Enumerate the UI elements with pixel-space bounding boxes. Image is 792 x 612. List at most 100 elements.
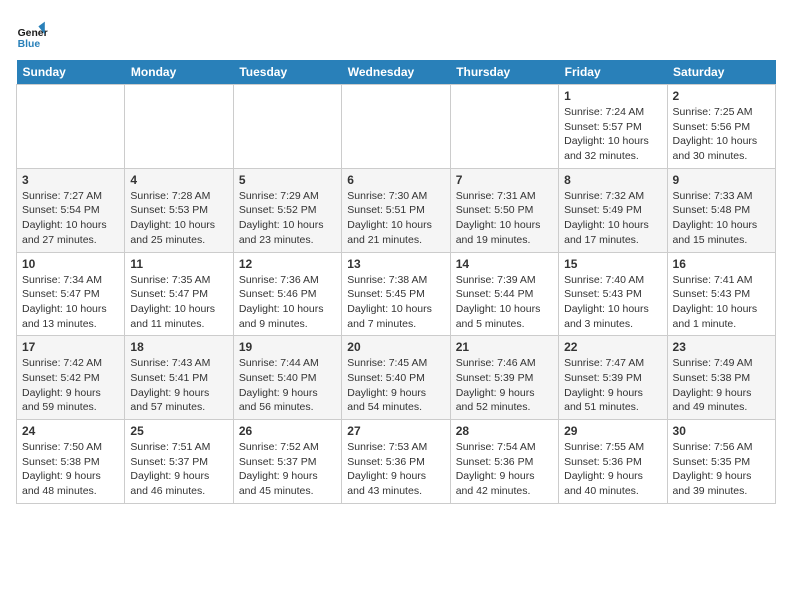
day-number: 9 [673, 173, 770, 187]
calendar-week-5: 24 Sunrise: 7:50 AMSunset: 5:38 PMDayligh… [17, 420, 776, 504]
calendar-cell: 11Sunrise: 7:35 AMSunset: 5:47 PMDayligh… [125, 252, 233, 336]
calendar-cell: 16 Sunrise: 7:41 AMSunset: 5:43 PMDayligh… [667, 252, 775, 336]
day-number: 20 [347, 340, 444, 354]
calendar-week-1: 1 Sunrise: 7:24 AMSunset: 5:57 PMDaylight… [17, 85, 776, 169]
day-number: 3 [22, 173, 119, 187]
calendar-cell: 28Sunrise: 7:54 AMSunset: 5:36 PMDayligh… [450, 420, 558, 504]
calendar-week-4: 17 Sunrise: 7:42 AMSunset: 5:42 PMDayligh… [17, 336, 776, 420]
calendar-cell: 6Sunrise: 7:30 AMSunset: 5:51 PMDaylight… [342, 168, 450, 252]
calendar-cell: 13 Sunrise: 7:38 AMSunset: 5:45 PMDayligh… [342, 252, 450, 336]
day-info: Sunrise: 7:27 AMSunset: 5:54 PMDaylight:… [22, 189, 119, 248]
calendar-cell: 2 Sunrise: 7:25 AMSunset: 5:56 PMDaylight… [667, 85, 775, 169]
calendar-cell: 1 Sunrise: 7:24 AMSunset: 5:57 PMDaylight… [559, 85, 667, 169]
day-info: Sunrise: 7:32 AMSunset: 5:49 PMDaylight:… [564, 189, 661, 248]
column-header-wednesday: Wednesday [342, 60, 450, 85]
calendar-cell: 18 Sunrise: 7:43 AMSunset: 5:41 PMDayligh… [125, 336, 233, 420]
day-number: 24 [22, 424, 119, 438]
calendar-cell [17, 85, 125, 169]
calendar-cell: 5Sunrise: 7:29 AMSunset: 5:52 PMDaylight… [233, 168, 341, 252]
day-number: 13 [347, 257, 444, 271]
day-info: Sunrise: 7:36 AMSunset: 5:46 PMDaylight:… [239, 273, 336, 332]
day-number: 12 [239, 257, 336, 271]
calendar-cell: 23 Sunrise: 7:49 AMSunset: 5:38 PMDayligh… [667, 336, 775, 420]
day-number: 15 [564, 257, 661, 271]
calendar-cell: 8 Sunrise: 7:32 AMSunset: 5:49 PMDaylight… [559, 168, 667, 252]
calendar-cell: 15 Sunrise: 7:40 AMSunset: 5:43 PMDayligh… [559, 252, 667, 336]
day-number: 23 [673, 340, 770, 354]
day-info: Sunrise: 7:51 AMSunset: 5:37 PMDaylight:… [130, 440, 227, 499]
calendar-cell [342, 85, 450, 169]
calendar-cell: 19 Sunrise: 7:44 AMSunset: 5:40 PMDayligh… [233, 336, 341, 420]
logo-icon: General Blue [16, 20, 48, 52]
day-number: 11 [130, 257, 227, 271]
day-info: Sunrise: 7:25 AMSunset: 5:56 PMDaylight:… [673, 105, 770, 164]
day-info: Sunrise: 7:41 AMSunset: 5:43 PMDaylight:… [673, 273, 770, 332]
day-number: 29 [564, 424, 661, 438]
day-info: Sunrise: 7:53 AMSunset: 5:36 PMDaylight:… [347, 440, 444, 499]
day-number: 6 [347, 173, 444, 187]
calendar-cell: 22 Sunrise: 7:47 AMSunset: 5:39 PMDayligh… [559, 336, 667, 420]
calendar-table: SundayMondayTuesdayWednesdayThursdayFrid… [16, 60, 776, 504]
calendar-cell: 10 Sunrise: 7:34 AMSunset: 5:47 PMDayligh… [17, 252, 125, 336]
day-number: 1 [564, 89, 661, 103]
day-info: Sunrise: 7:42 AMSunset: 5:42 PMDaylight:… [22, 356, 119, 415]
day-number: 8 [564, 173, 661, 187]
day-info: Sunrise: 7:39 AMSunset: 5:44 PMDaylight:… [456, 273, 553, 332]
day-info: Sunrise: 7:34 AMSunset: 5:47 PMDaylight:… [22, 273, 119, 332]
calendar-header-row: SundayMondayTuesdayWednesdayThursdayFrid… [17, 60, 776, 85]
day-number: 19 [239, 340, 336, 354]
day-number: 7 [456, 173, 553, 187]
day-number: 26 [239, 424, 336, 438]
day-number: 2 [673, 89, 770, 103]
day-info: Sunrise: 7:47 AMSunset: 5:39 PMDaylight:… [564, 356, 661, 415]
calendar-cell: 26 Sunrise: 7:52 AMSunset: 5:37 PMDayligh… [233, 420, 341, 504]
day-info: Sunrise: 7:44 AMSunset: 5:40 PMDaylight:… [239, 356, 336, 415]
day-info: Sunrise: 7:49 AMSunset: 5:38 PMDaylight:… [673, 356, 770, 415]
day-info: Sunrise: 7:40 AMSunset: 5:43 PMDaylight:… [564, 273, 661, 332]
calendar-week-2: 3 Sunrise: 7:27 AMSunset: 5:54 PMDaylight… [17, 168, 776, 252]
day-number: 30 [673, 424, 770, 438]
day-info: Sunrise: 7:45 AMSunset: 5:40 PMDaylight:… [347, 356, 444, 415]
calendar-cell: 25 Sunrise: 7:51 AMSunset: 5:37 PMDayligh… [125, 420, 233, 504]
day-info: Sunrise: 7:46 AMSunset: 5:39 PMDaylight:… [456, 356, 553, 415]
calendar-cell: 27 Sunrise: 7:53 AMSunset: 5:36 PMDayligh… [342, 420, 450, 504]
svg-text:Blue: Blue [18, 39, 41, 50]
calendar-cell [450, 85, 558, 169]
day-number: 22 [564, 340, 661, 354]
day-number: 17 [22, 340, 119, 354]
day-info: Sunrise: 7:52 AMSunset: 5:37 PMDaylight:… [239, 440, 336, 499]
day-info: Sunrise: 7:28 AMSunset: 5:53 PMDaylight:… [130, 189, 227, 248]
calendar-cell: 4 Sunrise: 7:28 AMSunset: 5:53 PMDaylight… [125, 168, 233, 252]
day-number: 16 [673, 257, 770, 271]
day-number: 14 [456, 257, 553, 271]
day-number: 21 [456, 340, 553, 354]
day-info: Sunrise: 7:43 AMSunset: 5:41 PMDaylight:… [130, 356, 227, 415]
calendar-cell: 24 Sunrise: 7:50 AMSunset: 5:38 PMDayligh… [17, 420, 125, 504]
column-header-tuesday: Tuesday [233, 60, 341, 85]
day-number: 25 [130, 424, 227, 438]
column-header-thursday: Thursday [450, 60, 558, 85]
calendar-cell: 29 Sunrise: 7:55 AMSunset: 5:36 PMDayligh… [559, 420, 667, 504]
calendar-cell: 3 Sunrise: 7:27 AMSunset: 5:54 PMDaylight… [17, 168, 125, 252]
calendar-cell: 20 Sunrise: 7:45 AMSunset: 5:40 PMDayligh… [342, 336, 450, 420]
day-number: 18 [130, 340, 227, 354]
calendar-cell: 17 Sunrise: 7:42 AMSunset: 5:42 PMDayligh… [17, 336, 125, 420]
day-number: 10 [22, 257, 119, 271]
day-info: Sunrise: 7:55 AMSunset: 5:36 PMDaylight:… [564, 440, 661, 499]
calendar-cell: 14 Sunrise: 7:39 AMSunset: 5:44 PMDayligh… [450, 252, 558, 336]
day-number: 4 [130, 173, 227, 187]
column-header-saturday: Saturday [667, 60, 775, 85]
calendar-cell [125, 85, 233, 169]
day-info: Sunrise: 7:38 AMSunset: 5:45 PMDaylight:… [347, 273, 444, 332]
day-info: Sunrise: 7:50 AMSunset: 5:38 PMDaylight:… [22, 440, 119, 499]
calendar-cell: 30 Sunrise: 7:56 AMSunset: 5:35 PMDayligh… [667, 420, 775, 504]
day-number: 27 [347, 424, 444, 438]
column-header-sunday: Sunday [17, 60, 125, 85]
day-info: Sunrise: 7:56 AMSunset: 5:35 PMDaylight:… [673, 440, 770, 499]
day-info: Sunrise: 7:33 AMSunset: 5:48 PMDaylight:… [673, 189, 770, 248]
day-number: 5 [239, 173, 336, 187]
day-info: Sunrise: 7:24 AMSunset: 5:57 PMDaylight:… [564, 105, 661, 164]
calendar-week-3: 10 Sunrise: 7:34 AMSunset: 5:47 PMDayligh… [17, 252, 776, 336]
day-info: Sunrise: 7:31 AMSunset: 5:50 PMDaylight:… [456, 189, 553, 248]
calendar-cell: 12 Sunrise: 7:36 AMSunset: 5:46 PMDayligh… [233, 252, 341, 336]
